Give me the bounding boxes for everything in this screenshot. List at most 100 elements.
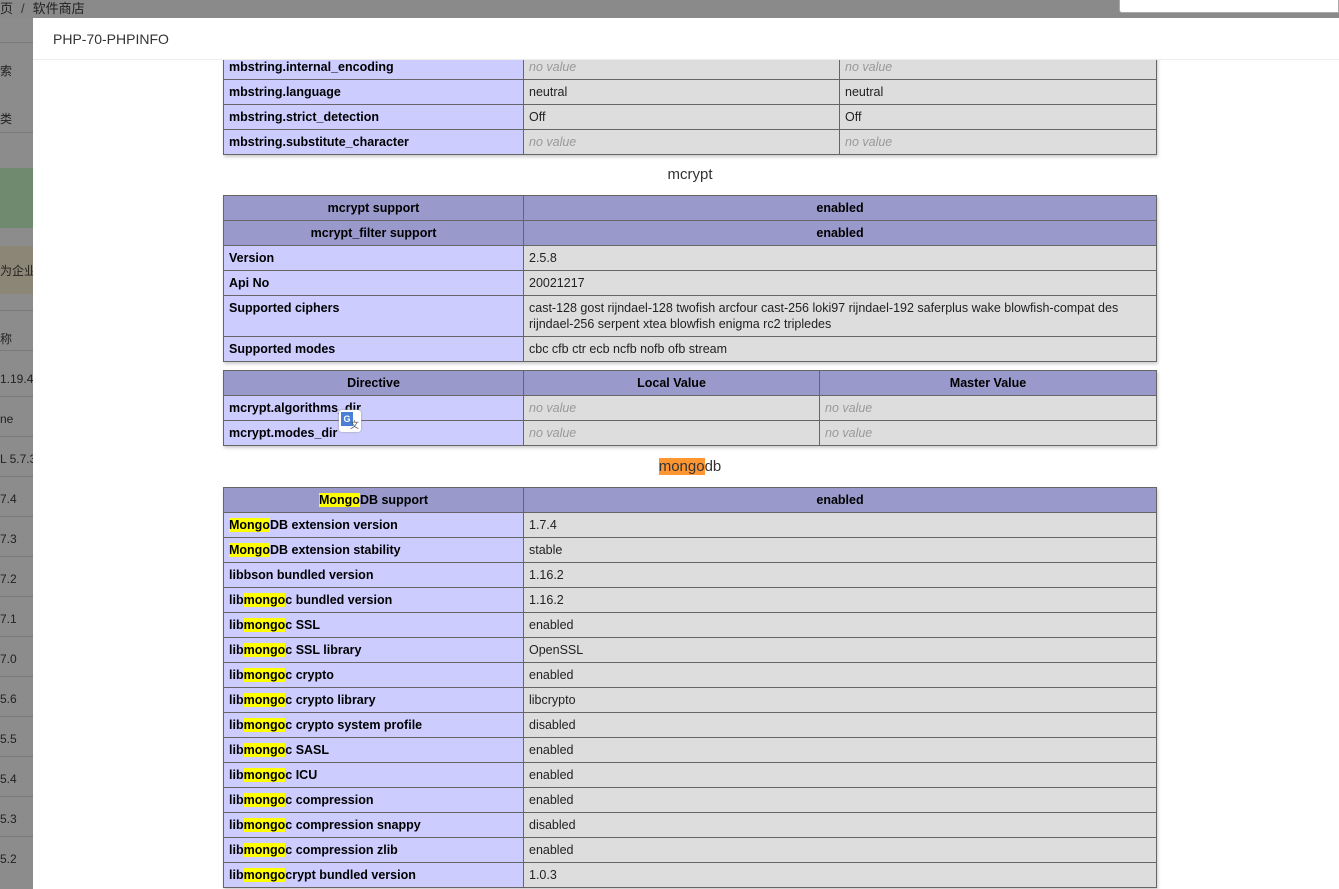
name-suffix: c crypto library (285, 693, 376, 707)
value-cell: neutral (523, 79, 840, 105)
mbstring-directives-table: mbstring.internal_encoding no value no val… (223, 60, 1157, 155)
background-green-block (0, 168, 33, 228)
mongodb-title-rest: db (704, 458, 722, 475)
background-sidebar-item: 1.19.4 (0, 372, 33, 386)
mongodb-info-table: MongoDB support enabled MongoDB extension … (223, 487, 1157, 888)
table-row: libmongoc SSL library OpenSSL (223, 637, 1157, 663)
name-suffix: c crypto (285, 668, 334, 682)
background-divider (0, 476, 33, 477)
search-highlight: mongo (243, 868, 286, 882)
google-translate-icon[interactable]: G文 (339, 410, 361, 432)
table-row: Supported modes cbc cfb ctr ecb ncfb nofb… (223, 336, 1157, 362)
name-prefix: lib (229, 843, 244, 857)
mcrypt-directives-table: Directive Local Value Master Value mcrypt.a… (223, 370, 1157, 446)
background-divider (0, 676, 33, 677)
breadcrumb-home[interactable]: 页 (0, 1, 13, 16)
info-value: cast-128 gost rijndael-128 twofish arcfo… (523, 295, 1157, 337)
name-prefix: lib (229, 818, 244, 832)
background-sidebar-item: 5.5 (0, 732, 17, 746)
info-value: 1.0.3 (523, 862, 1157, 888)
info-name: libmongoc crypto (223, 662, 524, 688)
search-highlight: Mongo (318, 493, 360, 507)
section-title-mongodb: mongodb (223, 446, 1157, 487)
name-suffix: c compression (285, 793, 374, 807)
info-value: 20021217 (523, 270, 1157, 296)
table-row: libmongoc ICU enabled (223, 762, 1157, 788)
info-name: libbson bundled version (223, 562, 524, 588)
background-divider (0, 716, 33, 717)
info-name: libmongoc ICU (223, 762, 524, 788)
name-suffix: c crypto system profile (285, 718, 423, 732)
modal-body[interactable]: mbstring.internal_encoding no value no val… (33, 60, 1339, 889)
table-row: mcrypt.algorithms_dir no value no value (223, 395, 1157, 421)
value-cell: no value (819, 395, 1157, 421)
search-highlight: mongo (243, 743, 286, 757)
value-cell: no value (839, 129, 1157, 155)
search-highlight: mongo (243, 793, 286, 807)
table-header-row: Directive Local Value Master Value (223, 370, 1157, 396)
background-sidebar: 索类为企业称 1.19.4 ne L 5.7.3 7.4 7.3 7.2 7.1 7.0 5.6 5… (0, 18, 33, 889)
name-suffix: crypt bundled version (285, 868, 416, 882)
name-suffix: DB extension version (269, 518, 398, 532)
column-header-directive: Directive (223, 370, 524, 396)
name-prefix: lib (229, 768, 244, 782)
background-sidebar-item: 5.6 (0, 692, 17, 706)
directive-name: mcrypt.algorithms_dir (223, 395, 524, 421)
info-name: Version (223, 245, 524, 271)
info-name: libmongoc SASL (223, 737, 524, 763)
value-cell: no value (839, 60, 1157, 80)
background-sidebar-item: ne (0, 412, 14, 426)
info-name: libmongoc crypto library (223, 687, 524, 713)
background-search-box (1119, 0, 1339, 13)
info-value: OpenSSL (523, 637, 1157, 663)
search-highlight: mongo (243, 818, 286, 832)
info-value: stable (523, 537, 1157, 563)
name-prefix: lib (229, 668, 244, 682)
background-divider (0, 836, 33, 837)
info-value: libcrypto (523, 687, 1157, 713)
name-suffix: c SSL library (285, 643, 362, 657)
background-sidebar-item: 类 (0, 112, 13, 126)
name-suffix: c SASL (285, 743, 330, 757)
phpinfo-modal: PHP-70-PHPINFO mbstring.internal_encodin… (33, 18, 1339, 889)
search-highlight: mongo (243, 768, 286, 782)
breadcrumb-separator: / (21, 1, 25, 16)
column-header-local: Local Value (523, 370, 820, 396)
table-row: libmongoc crypto system profile disabled (223, 712, 1157, 738)
search-highlight: Mongo (229, 518, 270, 532)
background-divider (0, 596, 33, 597)
table-header-row: MongoDB support enabled (223, 487, 1157, 513)
info-value: enabled (523, 612, 1157, 638)
background-divider (0, 396, 33, 397)
table-row: libmongoc bundled version 1.16.2 (223, 587, 1157, 613)
info-name: Supported ciphers (223, 295, 524, 337)
background-divider (0, 556, 33, 557)
info-value: enabled (523, 737, 1157, 763)
search-highlight: mongo (243, 668, 286, 682)
column-header-master: Master Value (819, 370, 1157, 396)
table-row: Api No 20021217 (223, 270, 1157, 296)
info-name: MongoDB extension stability (223, 537, 524, 563)
modal-header: PHP-70-PHPINFO (33, 18, 1339, 60)
background-divider (0, 310, 33, 311)
directive-name: mbstring.language (223, 79, 524, 105)
info-header-value: enabled (523, 487, 1157, 513)
name-suffix: c ICU (285, 768, 318, 782)
info-value: 1.16.2 (523, 562, 1157, 588)
value-cell: no value (523, 129, 840, 155)
name-prefix: lib (229, 793, 244, 807)
info-name: Supported modes (223, 336, 524, 362)
search-highlight: mongo (243, 843, 286, 857)
background-sidebar-item: 5.3 (0, 812, 17, 826)
modal-title: PHP-70-PHPINFO (53, 30, 169, 47)
info-name: libmongoc bundled version (223, 587, 524, 613)
table-row: libbson bundled version 1.16.2 (223, 562, 1157, 588)
value-cell: Off (839, 104, 1157, 130)
info-name: libmongocrypt bundled version (223, 862, 524, 888)
search-highlight: mongo (243, 643, 286, 657)
table-row: MongoDB extension version 1.7.4 (223, 512, 1157, 538)
background-divider (0, 42, 33, 43)
table-row: mbstring.language neutral neutral (223, 79, 1157, 105)
name-suffix: DB support (359, 493, 429, 507)
info-value: cbc cfb ctr ecb ncfb nofb ofb stream (523, 336, 1157, 362)
